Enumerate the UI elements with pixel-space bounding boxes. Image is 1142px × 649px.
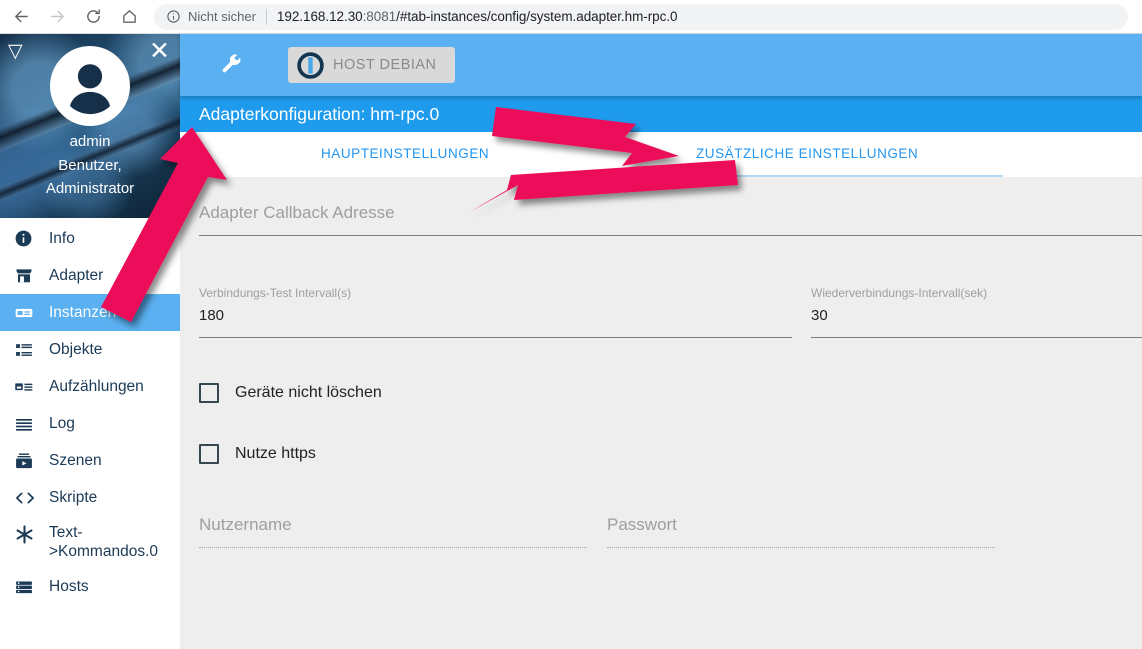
- config-title-bar: Adapterkonfiguration: hm-rpc.0: [180, 96, 1142, 132]
- back-button[interactable]: [6, 2, 36, 32]
- sidebar-item-text-kommandos[interactable]: Text- >Kommandos.0: [0, 516, 180, 568]
- sidebar-item-label: Instanzen: [49, 303, 117, 321]
- store-icon: [14, 265, 40, 287]
- omnibox-divider: [265, 8, 267, 25]
- config-form: Adapter Callback Adresse Verbindungs-Tes…: [180, 177, 1142, 649]
- sidebar: ▽ ✕ admin Benutzer, Administrator Info A…: [0, 34, 180, 649]
- field-username[interactable]: Nutzername: [199, 513, 587, 548]
- callback-address-placeholder: Adapter Callback Adresse: [199, 203, 395, 222]
- sidebar-item-label: Szenen: [49, 451, 102, 469]
- host-selector-chip[interactable]: HOST DEBIAN: [288, 47, 455, 83]
- enums-icon: [14, 376, 40, 398]
- page-title: Adapterkonfiguration: hm-rpc.0: [199, 103, 440, 124]
- wrench-icon[interactable]: [220, 53, 244, 77]
- url-path: /#tab-instances/config/system.adapter.hm…: [396, 9, 678, 24]
- address-bar[interactable]: Nicht sicher 192.168.12.30:8081/#tab-ins…: [154, 3, 1128, 30]
- connection-test-interval-label: Verbindungs-Test Intervall(s): [199, 286, 352, 300]
- sidebar-item-skripte[interactable]: Skripte: [0, 479, 180, 516]
- checkbox-label: Nutze https: [235, 445, 316, 462]
- tab-haupteinstellungen[interactable]: HAUPTEINSTELLUNGEN: [321, 146, 489, 161]
- security-status-label: Nicht sicher: [188, 9, 256, 24]
- home-button[interactable]: [114, 2, 144, 32]
- url-text: 192.168.12.30:8081/#tab-instances/config…: [277, 9, 678, 24]
- avatar[interactable]: [50, 46, 130, 126]
- field-callback-address[interactable]: Adapter Callback Adresse: [199, 201, 1142, 236]
- sidebar-user-role-line2: Administrator: [45, 180, 135, 197]
- url-port: :8081: [362, 9, 397, 24]
- sidebar-item-szenen[interactable]: Szenen: [0, 442, 180, 479]
- log-lines-icon: [14, 413, 40, 435]
- field-underline: [607, 547, 995, 548]
- reconnect-interval-value: 30: [811, 307, 828, 324]
- close-icon[interactable]: ✕: [149, 39, 170, 64]
- user-avatar-icon: [70, 64, 110, 115]
- field-reconnect-interval[interactable]: Wiederverbindungs-Intervall(sek) 30: [811, 285, 1142, 338]
- field-connection-test-interval[interactable]: Verbindungs-Test Intervall(s) 180: [199, 285, 792, 338]
- info-circle-icon[interactable]: [166, 9, 181, 24]
- sidebar-user-role-line1: Benutzer,: [58, 157, 122, 174]
- sidebar-item-aufzaehlungen[interactable]: Aufzählungen: [0, 368, 180, 405]
- home-icon: [122, 10, 136, 23]
- sidebar-item-label-line2: >Kommandos.0: [49, 543, 158, 560]
- arrow-left-icon: [14, 10, 28, 23]
- sidebar-item-label: Text-: [49, 524, 83, 541]
- checkbox-nutze-https[interactable]: Nutze https: [199, 444, 316, 464]
- sidebar-item-label: Log: [49, 414, 75, 432]
- sidebar-item-label: Aufzählungen: [49, 377, 144, 395]
- sidebar-user-info: admin Benutzer, Administrator: [0, 130, 180, 200]
- reconnect-interval-label: Wiederverbindungs-Intervall(sek): [811, 286, 988, 300]
- forward-button[interactable]: [42, 2, 72, 32]
- scenes-play-icon: [14, 450, 40, 472]
- reload-button[interactable]: [78, 2, 108, 32]
- checkbox-box[interactable]: [199, 444, 219, 464]
- sidebar-user-header: ▽ ✕ admin Benutzer, Administrator: [0, 34, 180, 218]
- app-toolbar: HOST DEBIAN: [180, 34, 1142, 96]
- config-tabs: HAUPTEINSTELLUNGEN ZUSÄTZLICHE EINSTELLU…: [180, 132, 1142, 177]
- server-icon: [14, 576, 40, 598]
- password-placeholder: Passwort: [607, 515, 677, 534]
- sidebar-item-hosts[interactable]: Hosts: [0, 568, 180, 605]
- field-password[interactable]: Passwort: [607, 513, 995, 548]
- host-label: HOST DEBIAN: [333, 57, 437, 73]
- caret-down-icon[interactable]: ▽: [8, 42, 23, 61]
- checkbox-geraete-nicht-loeschen[interactable]: Geräte nicht löschen: [199, 383, 382, 403]
- field-underline: [199, 235, 1142, 236]
- sidebar-item-instanzen[interactable]: Instanzen: [0, 294, 180, 331]
- url-host: 192.168.12.30: [276, 9, 363, 24]
- checkbox-box[interactable]: [199, 383, 219, 403]
- sidebar-item-label: Adapter: [49, 266, 104, 284]
- field-underline: [199, 337, 792, 338]
- sidebar-item-adapter[interactable]: Adapter: [0, 257, 180, 294]
- instances-icon: [14, 302, 40, 324]
- info-icon: [14, 228, 40, 250]
- sidebar-item-label: Hosts: [49, 577, 89, 595]
- iobroker-logo-icon: [297, 51, 324, 79]
- reload-icon: [86, 9, 100, 23]
- sidebar-item-label: Objekte: [49, 340, 103, 358]
- sidebar-user-name: admin: [69, 133, 111, 150]
- sidebar-item-objekte[interactable]: Objekte: [0, 331, 180, 368]
- asterisk-icon: [14, 523, 40, 545]
- connection-test-interval-value: 180: [199, 307, 225, 324]
- checkbox-label: Geräte nicht löschen: [235, 384, 382, 401]
- sidebar-item-info[interactable]: Info: [0, 220, 180, 257]
- arrow-right-icon: [50, 10, 64, 23]
- field-underline: [811, 337, 1142, 338]
- tab-zusaetzliche-einstellungen[interactable]: ZUSÄTZLICHE EINSTELLUNGEN: [696, 146, 918, 161]
- main-area: HOST DEBIAN Adapterkonfiguration: hm-rpc…: [180, 34, 1142, 649]
- sidebar-menu: Info Adapter Instanzen Objekte Aufzählun…: [0, 218, 180, 605]
- sidebar-item-label: Skripte: [49, 488, 98, 506]
- code-brackets-icon: [14, 487, 40, 509]
- field-underline: [199, 547, 587, 548]
- list-objects-icon: [14, 339, 40, 361]
- username-placeholder: Nutzername: [199, 515, 292, 534]
- browser-toolbar: Nicht sicher 192.168.12.30:8081/#tab-ins…: [0, 0, 1142, 34]
- sidebar-item-log[interactable]: Log: [0, 405, 180, 442]
- app-root: Nicht sicher 192.168.12.30:8081/#tab-ins…: [0, 0, 1142, 649]
- sidebar-item-label: Info: [49, 229, 75, 247]
